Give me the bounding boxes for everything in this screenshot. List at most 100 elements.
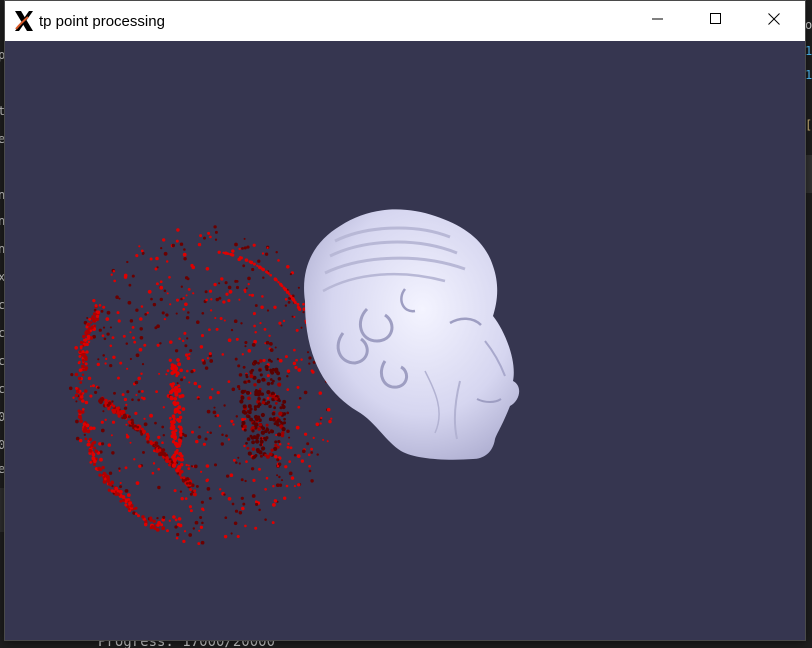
point bbox=[241, 409, 246, 414]
point bbox=[272, 417, 276, 422]
point bbox=[81, 373, 85, 376]
point bbox=[238, 247, 241, 251]
point bbox=[319, 422, 322, 425]
point bbox=[269, 273, 273, 277]
point bbox=[298, 496, 301, 499]
close-button[interactable] bbox=[745, 1, 803, 41]
point bbox=[89, 394, 93, 398]
point bbox=[125, 342, 129, 345]
point bbox=[143, 417, 146, 420]
point bbox=[106, 332, 110, 336]
point bbox=[258, 508, 261, 512]
point bbox=[200, 540, 205, 545]
point bbox=[212, 410, 217, 415]
point bbox=[98, 304, 102, 307]
point bbox=[277, 376, 282, 381]
point bbox=[261, 252, 265, 255]
point bbox=[184, 497, 188, 500]
point bbox=[172, 364, 177, 369]
point bbox=[169, 303, 172, 306]
point bbox=[98, 399, 103, 403]
point bbox=[116, 410, 121, 415]
point bbox=[257, 361, 260, 365]
point bbox=[273, 446, 278, 451]
maximize-button[interactable] bbox=[687, 1, 745, 41]
point bbox=[154, 267, 158, 271]
point bbox=[77, 376, 82, 381]
point bbox=[127, 507, 131, 511]
point bbox=[286, 411, 290, 415]
point bbox=[132, 336, 135, 340]
point bbox=[178, 471, 182, 475]
point bbox=[274, 367, 279, 372]
3d-viewport[interactable] bbox=[5, 41, 805, 640]
point bbox=[89, 321, 93, 324]
point bbox=[284, 297, 288, 301]
point bbox=[129, 331, 132, 334]
point bbox=[104, 362, 107, 365]
point bbox=[198, 426, 201, 429]
point bbox=[255, 502, 259, 506]
point bbox=[177, 362, 182, 367]
point bbox=[293, 485, 296, 488]
point bbox=[111, 485, 114, 488]
point bbox=[174, 349, 179, 353]
point bbox=[75, 373, 78, 376]
point bbox=[92, 298, 96, 303]
point bbox=[157, 485, 161, 490]
point bbox=[233, 319, 238, 324]
background-editor-glyph: o bbox=[805, 18, 812, 32]
point bbox=[192, 492, 197, 497]
minimize-button[interactable] bbox=[629, 1, 687, 41]
point bbox=[172, 415, 176, 419]
point bbox=[247, 404, 252, 409]
point bbox=[278, 399, 281, 403]
point bbox=[210, 298, 213, 301]
point bbox=[248, 260, 252, 264]
point bbox=[214, 238, 218, 241]
scene-canvas[interactable] bbox=[5, 41, 805, 640]
point bbox=[280, 479, 284, 482]
point bbox=[110, 434, 113, 437]
point bbox=[253, 324, 256, 328]
close-icon bbox=[768, 12, 780, 30]
point bbox=[308, 356, 312, 360]
point bbox=[221, 433, 224, 437]
point bbox=[253, 360, 258, 365]
point bbox=[171, 382, 175, 386]
point bbox=[227, 299, 231, 303]
point bbox=[330, 417, 333, 420]
point bbox=[249, 374, 254, 379]
point bbox=[112, 269, 116, 273]
point bbox=[233, 521, 238, 526]
point bbox=[234, 357, 238, 361]
point bbox=[209, 309, 213, 312]
point bbox=[197, 542, 201, 546]
point bbox=[197, 397, 200, 401]
point bbox=[242, 502, 246, 506]
point bbox=[306, 351, 310, 354]
point bbox=[189, 487, 193, 492]
title-bar[interactable]: tp point processing bbox=[5, 1, 805, 41]
point bbox=[252, 422, 255, 425]
point bbox=[235, 285, 240, 290]
point bbox=[243, 444, 246, 448]
point bbox=[269, 342, 273, 346]
point bbox=[302, 302, 305, 306]
point bbox=[157, 520, 161, 525]
point bbox=[267, 272, 270, 275]
point bbox=[257, 427, 262, 431]
point bbox=[162, 515, 166, 519]
point bbox=[265, 340, 270, 345]
point bbox=[172, 457, 177, 462]
point bbox=[135, 254, 139, 258]
point bbox=[257, 396, 261, 401]
point bbox=[75, 386, 78, 390]
point bbox=[112, 408, 117, 413]
point bbox=[208, 289, 213, 293]
point bbox=[124, 466, 128, 470]
point bbox=[85, 343, 89, 346]
point bbox=[186, 356, 191, 361]
point bbox=[105, 357, 108, 360]
point bbox=[236, 385, 241, 389]
